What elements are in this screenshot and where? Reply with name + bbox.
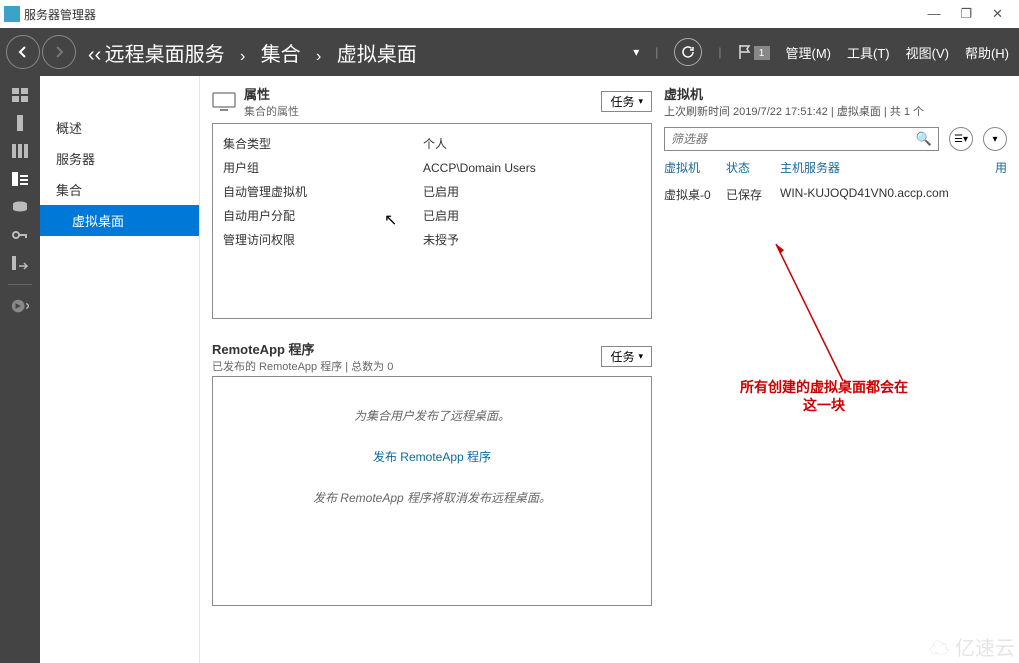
vm-subtitle: 上次刷新时间 2019/7/22 17:51:42 | 虚拟桌面 | 共 1 个 [664,103,1007,119]
vm-row[interactable]: 虚拟桌-0 已保存 WIN-KUJOQD41VN0.accp.com [664,186,1007,203]
col-vm[interactable]: 虚拟机 [664,159,714,176]
rds-icon[interactable] [11,172,29,186]
prop-value: 个人 [423,132,447,156]
sidebar-item-overview[interactable]: 概述 [40,112,199,143]
properties-task-button[interactable]: 任务 [601,91,652,112]
minimize-button[interactable]: — [927,6,940,22]
window-controls: — ❐ ✕ [927,6,1015,22]
vm-host: WIN-KUJOQD41VN0.accp.com [780,186,1007,203]
search-icon[interactable]: 🔍 [916,131,932,147]
properties-panel: 属性 集合的属性 任务 集合类型个人 用户组ACCP\Domain Users … [212,84,652,319]
prop-value: ACCP\Domain Users [423,156,536,180]
prop-row: 集合类型个人 [223,132,641,156]
prop-value: 未授予 [423,228,459,252]
filter-expand-button[interactable]: ▾ [983,127,1007,151]
left-column: 属性 集合的属性 任务 集合类型个人 用户组ACCP\Domain Users … [212,84,652,655]
separator: | [718,45,721,59]
menu-help[interactable]: 帮助(H) [965,43,1009,62]
annotation-text: 所有创建的虚拟桌面都会在 这一块 [740,380,908,416]
app-icon [4,6,20,22]
nav-back-button[interactable] [6,35,40,69]
maximize-button[interactable]: ❐ [960,6,972,22]
sidebar-item-vdesktop[interactable]: 虚拟桌面 [40,205,199,236]
prop-label: 管理访问权限 [223,228,423,252]
filter-options-button[interactable]: ☰▾ [949,127,973,151]
separator [8,284,32,285]
all-servers-icon[interactable] [11,144,29,158]
filter-row: 🔍 ☰▾ ▾ [664,127,1007,151]
remoteapp-panel: RemoteApp 程序 已发布的 RemoteApp 程序 | 总数为 0 任… [212,339,652,606]
remoteapp-box: 为集合用户发布了远程桌面。 发布 RemoteApp 程序 发布 RemoteA… [212,376,652,606]
properties-subtitle: 集合的属性 [244,103,299,119]
vm-panel: 虚拟机 上次刷新时间 2019/7/22 17:51:42 | 虚拟桌面 | 共… [664,84,1007,655]
col-user[interactable]: 用 [995,159,1007,176]
filter-input[interactable] [671,132,916,146]
title-bar: 服务器管理器 — ❐ ✕ [0,0,1019,28]
nav-sidebar: 概述 服务器 集合 虚拟桌面 [40,76,200,663]
collapse-icon[interactable] [11,299,29,313]
chevron-icon: › [316,48,321,65]
server-icon[interactable] [11,116,29,130]
prop-row: 管理访问权限未授予 [223,228,641,252]
main-area: 概述 服务器 集合 虚拟桌面 属性 集合的属性 任务 集合类型个人 用户组ACC… [0,76,1019,663]
prop-label: 集合类型 [223,132,423,156]
properties-box: 集合类型个人 用户组ACCP\Domain Users 自动管理虚拟机已启用 自… [212,123,652,319]
key-icon[interactable] [11,228,29,242]
watermark: ☁ 亿速云 [929,632,1015,661]
prop-value: 已启用 [423,180,459,204]
vm-title: 虚拟机 [664,84,1007,103]
monitor-icon [212,92,236,112]
remoteapp-note: 发布 RemoteApp 程序将取消发布远程桌面。 [213,489,651,506]
chevron-icon: › [240,48,245,65]
menu-tools[interactable]: 工具(T) [847,43,890,62]
prop-value: 已启用 [423,204,459,228]
col-host[interactable]: 主机服务器 [780,159,983,176]
remoteapp-task-button[interactable]: 任务 [601,346,652,367]
vm-name: 虚拟桌-0 [664,186,714,203]
dashboard-icon[interactable] [11,88,29,102]
menu-view[interactable]: 视图(V) [906,43,949,62]
sidebar-item-collection[interactable]: 集合 [40,174,199,205]
prop-row: 用户组ACCP\Domain Users [223,156,641,180]
notification-flag[interactable]: 1 [738,44,770,60]
close-button[interactable]: ✕ [992,6,1003,22]
remoteapp-publish-link[interactable]: 发布 RemoteApp 程序 [213,448,651,465]
col-status[interactable]: 状态 [726,159,768,176]
prop-row: 自动用户分配已启用 [223,204,641,228]
breadcrumb-3[interactable]: 虚拟桌面 [337,44,417,66]
notification-count: 1 [754,46,770,60]
icon-sidebar [0,76,40,663]
prop-label: 自动用户分配 [223,204,423,228]
sidebar-item-server[interactable]: 服务器 [40,143,199,174]
prop-row: 自动管理虚拟机已启用 [223,180,641,204]
remoteapp-status: 为集合用户发布了远程桌面。 [213,407,651,424]
menu-manage[interactable]: 管理(M) [786,43,832,62]
breadcrumb-1[interactable]: 远程桌面服务 [105,44,225,66]
filter-box: 🔍 [664,127,939,151]
vm-status: 已保存 [726,186,768,203]
app-title: 服务器管理器 [24,6,96,23]
fileserver-icon[interactable] [11,256,29,270]
properties-title: 属性 [244,84,299,103]
nav-forward-button[interactable] [42,35,76,69]
header-bar: ‹‹ 远程桌面服务 › 集合 › 虚拟桌面 ▾ | | 1 管理(M) 工具(T… [0,28,1019,76]
prop-label: 自动管理虚拟机 [223,180,423,204]
disk-icon[interactable] [11,200,29,214]
remoteapp-title: RemoteApp 程序 [212,339,393,358]
breadcrumb-prefix: ‹‹ [88,44,101,66]
remoteapp-subtitle: 已发布的 RemoteApp 程序 | 总数为 0 [212,358,393,374]
separator: | [655,45,658,59]
content-area: 属性 集合的属性 任务 集合类型个人 用户组ACCP\Domain Users … [200,76,1019,663]
header-tools: ▾ | | 1 管理(M) 工具(T) 视图(V) 帮助(H) [633,38,1019,66]
prop-label: 用户组 [223,156,423,180]
breadcrumb-2[interactable]: 集合 [261,44,301,66]
refresh-button[interactable] [674,38,702,66]
vm-columns: 虚拟机 状态 主机服务器 用 [664,159,1007,176]
breadcrumb-dropdown[interactable]: ▾ [633,45,639,59]
